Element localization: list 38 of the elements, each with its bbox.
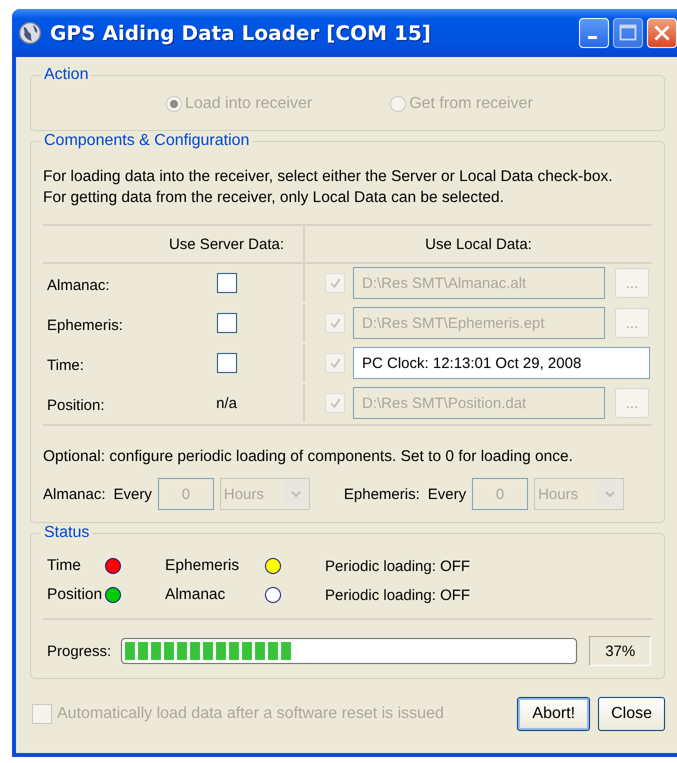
status-label: Ephemeris <box>165 557 240 575</box>
not-applicable-text: n/a <box>216 394 237 412</box>
dialog-button[interactable]: Abort! <box>517 697 590 731</box>
group-label: Components & Configuration <box>41 132 252 150</box>
check-icon <box>328 316 342 330</box>
globe-icon <box>18 21 42 45</box>
component-label: Almanac: <box>43 486 106 502</box>
close-button[interactable] <box>647 18 677 48</box>
file-path-field[interactable]: PC Clock: 12:13:01 Oct 29, 2008 <box>353 347 650 379</box>
checkbox[interactable] <box>216 353 236 373</box>
row-label: Ephemeris: <box>46 316 124 336</box>
window-title: GPS Aiding Data Loader [COM 15] <box>50 21 432 45</box>
check-icon <box>328 396 342 410</box>
every-label: Every <box>428 486 466 502</box>
periodic-status-text: Periodic loading: OFF <box>325 586 472 604</box>
checkbox[interactable] <box>216 273 236 293</box>
check-icon <box>328 276 342 290</box>
row-label: Almanac: <box>46 276 111 296</box>
status-label: Time <box>47 557 82 575</box>
status-label: Almanac <box>165 586 226 604</box>
dialog-button[interactable]: Close <box>598 697 665 731</box>
minimize-button[interactable] <box>579 18 609 48</box>
component-label: Ephemeris: <box>344 486 420 502</box>
column-header: Use Server Data: <box>150 226 305 264</box>
hint-text: Optional: configure periodic loading of components. Set to 0 for loading once. <box>43 448 574 466</box>
check-icon <box>328 356 342 370</box>
row-label: Time: <box>46 356 85 376</box>
progress-label: Progress: <box>47 642 112 660</box>
maximize-button[interactable] <box>613 18 643 48</box>
status-label: Position <box>47 586 104 604</box>
progress-percent: 37% <box>589 636 652 666</box>
periodic-status-text: Periodic loading: OFF <box>325 558 472 574</box>
checkbox[interactable] <box>216 313 236 333</box>
row-label: Position: <box>46 396 106 416</box>
instruction-text: For loading data into the receiver, select either the Server or Local Data check-box. For getting data from the receiver, only Local Data can be selected. <box>43 167 614 208</box>
minimize-icon <box>588 36 597 39</box>
column-header: Use Local Data: <box>305 226 652 264</box>
every-label: Every <box>114 486 152 502</box>
